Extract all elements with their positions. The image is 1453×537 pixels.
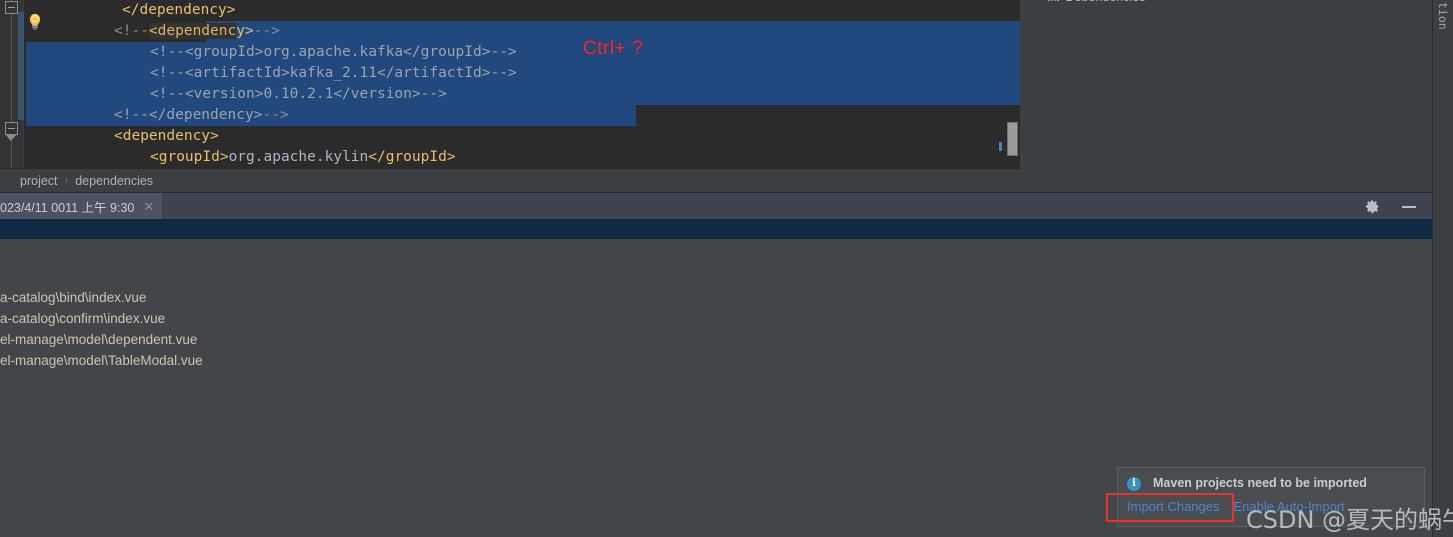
tool-window-tab-label: 023/4/11 0011 上午 9:30 [0,201,135,215]
code-token: y> [236,23,254,39]
editor-vertical-scrollbar[interactable] [1007,122,1018,156]
watermark: CSDN @夏天的蜗牛！ [1246,506,1453,534]
list-item[interactable]: el-manage\model\TableModal.vue [0,350,1432,371]
code-token: <!--<version>0.10.2.1</version>--> [150,86,447,102]
tool-window-header[interactable]: 023/4/11 0011 上午 9:30 ✕ [0,192,1432,220]
import-changes-link[interactable]: Import Changes [1127,499,1220,514]
file-path-list[interactable]: a-catalog\bind\index.vue a-catalog\confir… [0,287,1432,371]
text-caret [999,142,1002,151]
list-item[interactable]: a-catalog\bind\index.vue [0,287,1432,308]
breadcrumb-separator-icon: › [64,174,69,187]
gear-icon[interactable] [1365,199,1380,214]
code-token: </dependency> [122,2,236,18]
chevron-right-icon[interactable]: ▸ [1038,0,1043,1]
maven-dependencies-icon [1047,0,1061,1]
breadcrumb[interactable]: project › dependencies [0,168,1020,192]
code-token: --> [253,23,280,39]
code-line: <!--</dependency>--> [114,105,289,126]
breadcrumb-item-dependencies[interactable]: dependencies [75,174,153,188]
ctrl-hint-annotation: Ctrl+ ? [583,38,643,59]
vertical-tool-label[interactable]: tion [1436,2,1450,30]
code-line: <dependency> [114,126,219,147]
code-token: <groupId> [150,149,229,165]
code-token: <dependenc [148,23,237,39]
close-icon[interactable]: ✕ [143,200,154,213]
screenshot-root: </dependency> <!--<dependency>--> <!--<gro… [0,0,1453,537]
list-item[interactable]: a-catalog\confirm\index.vue [0,308,1432,329]
code-token: <!--<artifactId>kafka_2.11</artifactId>-… [150,65,517,81]
fold-marker-collapse-bottom[interactable] [5,122,18,141]
code-text-area[interactable]: </dependency> <!--<dependency>--> <!--<gro… [26,0,1020,168]
breadcrumb-item-project[interactable]: project [20,174,58,188]
code-line: <!--<groupId>org.apache.kafka</groupId>-… [150,42,517,63]
code-token: <!--<groupId>org.apache.kafka</groupId>-… [150,44,517,60]
code-line: <!--<version>0.10.2.1</version>--> [150,84,447,105]
vcs-change-marker [18,12,24,120]
tree-item-dependencies[interactable]: ▸ Dependencies [1038,0,1145,1]
notification-title: Maven projects need to be imported [1153,476,1367,490]
info-icon: i [1127,477,1141,491]
fold-marker-collapse-top[interactable] [5,1,18,14]
right-tool-strip[interactable]: tion [1432,0,1453,537]
results-header-band [0,219,1432,239]
fold-guide-line [11,0,12,168]
tool-window-tab[interactable]: 023/4/11 0011 上午 9:30 ✕ [0,193,163,220]
list-item[interactable]: el-manage\model\dependent.vue [0,329,1432,350]
code-token: <!-- [114,23,149,39]
code-token: org.apache.kylin [228,149,369,165]
code-token: <dependency> [114,128,219,144]
code-line: <groupId>org.apache.kylin</groupId> [150,147,456,168]
tool-window-actions[interactable] [1365,193,1416,220]
tree-item-label: Dependencies [1066,0,1146,1]
code-line: <!--<dependency>--> [114,21,280,42]
code-token: <!--</dependency> [114,107,263,123]
code-line: <!--<artifactId>kafka_2.11</artifactId>-… [150,63,517,84]
code-editor-pane[interactable]: </dependency> <!--<dependency>--> <!--<gro… [0,0,1020,168]
code-token: --> [262,107,289,123]
code-line: </dependency> [122,0,236,21]
code-token: </groupId> [368,149,456,165]
minimize-icon[interactable] [1402,205,1416,208]
maven-tool-window[interactable]: ▸ Dependencies [1020,0,1432,192]
